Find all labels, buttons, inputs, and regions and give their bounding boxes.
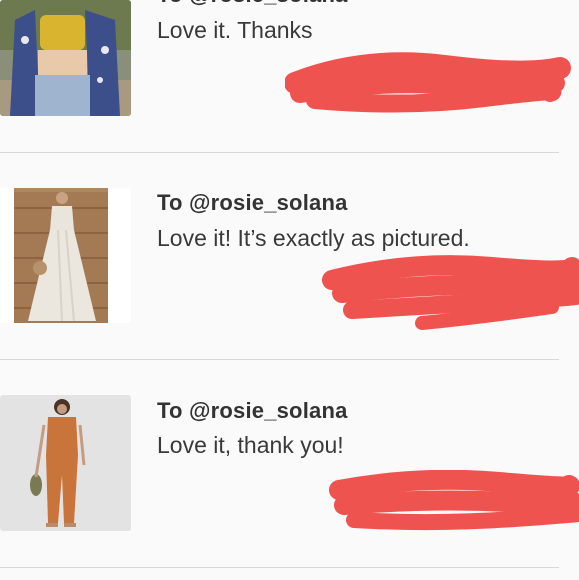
divider [0,567,559,568]
recipient-label: To @rosie_solana [157,398,348,423]
redaction-scribble [329,470,579,531]
product-thumbnail[interactable] [0,395,131,531]
review-message: Love it, thank you! [157,432,344,458]
review-item[interactable]: To @rosie_solana Love it, thank you! [0,0,579,580]
